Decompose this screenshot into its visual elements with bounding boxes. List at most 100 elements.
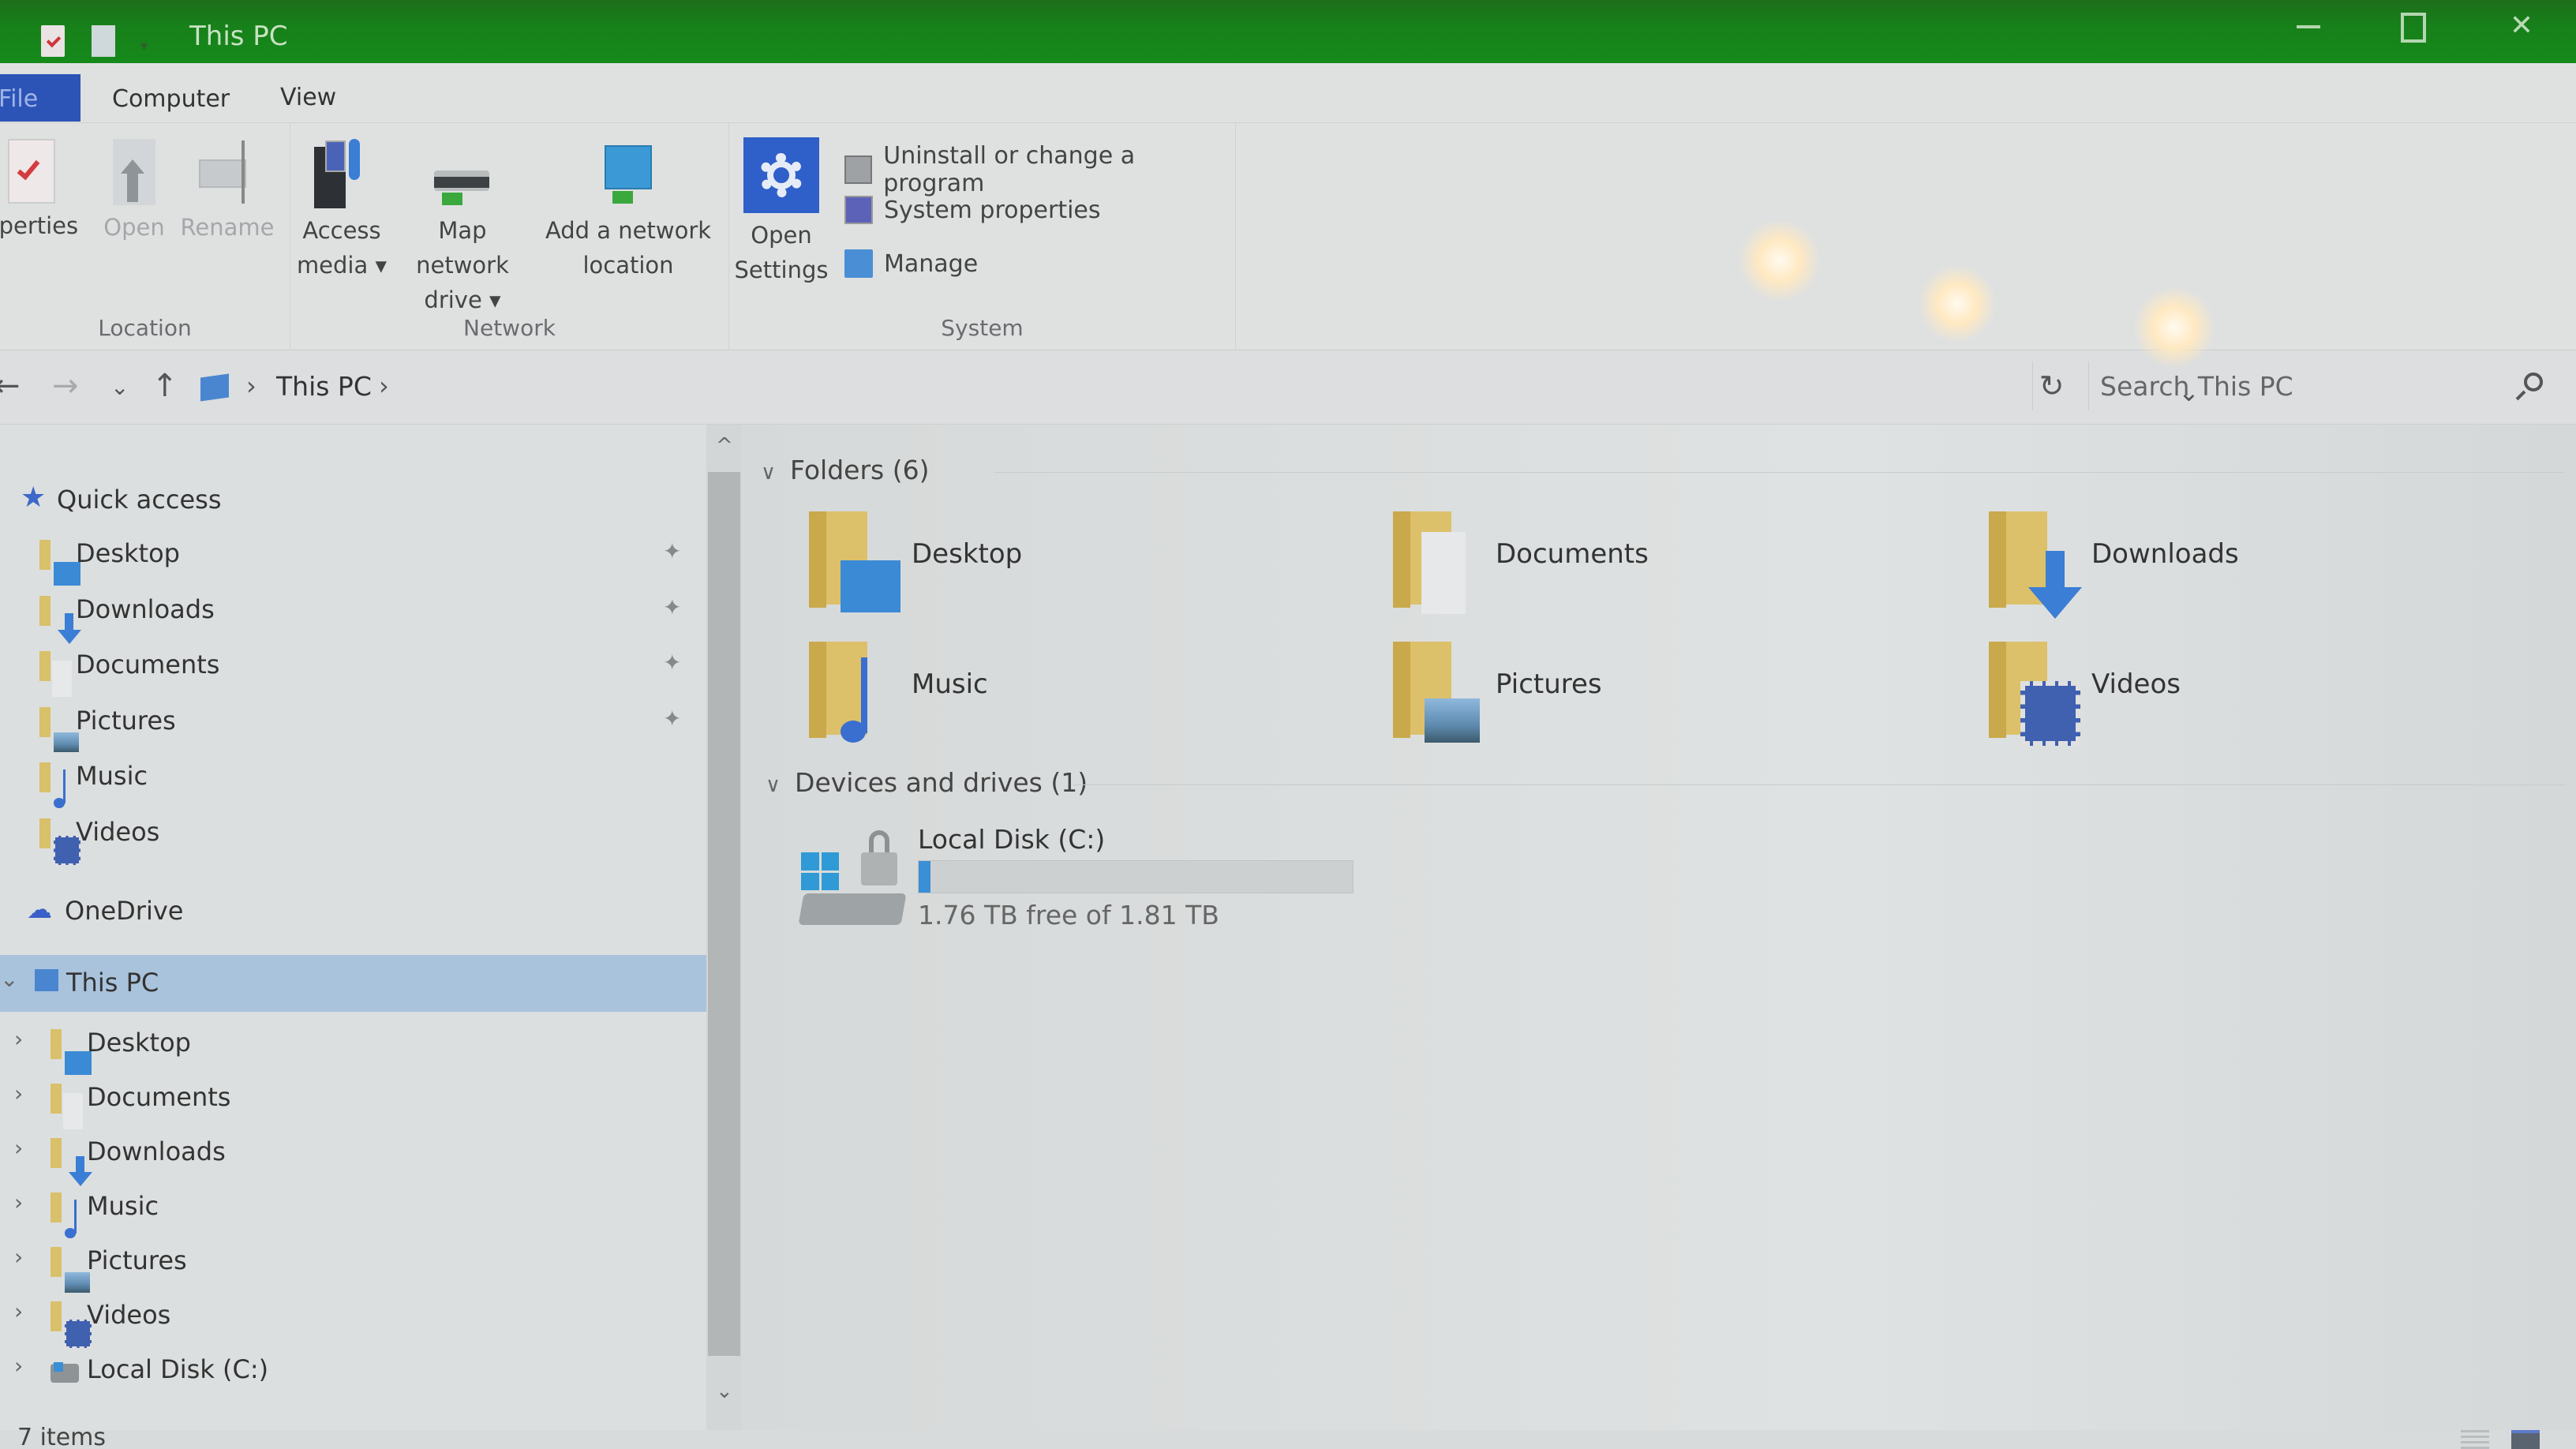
chevron-right-icon[interactable]: ›: [14, 1244, 23, 1270]
breadcrumb-this-pc[interactable]: This PC: [276, 371, 372, 402]
nav-this-pc-music[interactable]: › Music: [0, 1181, 706, 1238]
open-settings-button[interactable]: Open Settings: [734, 137, 829, 287]
breadcrumb-separator[interactable]: ›: [246, 371, 256, 401]
tab-computer[interactable]: Computer: [112, 85, 230, 113]
close-button[interactable]: ✕: [2494, 6, 2549, 46]
back-button[interactable]: ←: [0, 368, 21, 404]
refresh-button[interactable]: ↻: [2032, 361, 2070, 410]
nav-quick-access-documents[interactable]: Documents ✦: [0, 640, 706, 698]
chevron-right-icon[interactable]: ›: [14, 1298, 23, 1324]
nav-pane-scrollbar[interactable]: ^ ⌄: [706, 425, 742, 1430]
nav-item-label: Downloads: [76, 593, 215, 624]
folder-tile-documents[interactable]: Documents: [1393, 511, 1945, 630]
breadcrumb-separator-trailing[interactable]: ›: [379, 371, 389, 401]
pin-icon[interactable]: ✦: [663, 594, 681, 620]
nav-this-pc-videos[interactable]: › Videos: [0, 1290, 706, 1349]
details-view-icon[interactable]: [2461, 1430, 2489, 1449]
chevron-right-icon[interactable]: ›: [14, 1135, 23, 1161]
search-icon[interactable]: [2524, 373, 2543, 391]
address-bar-row: ← → ⌄ ↑ › This PC › ⌄ ↻: [0, 350, 2576, 425]
nav-this-pc-pictures[interactable]: › Pictures: [0, 1236, 706, 1293]
nav-item-label: Documents: [87, 1082, 231, 1112]
maximize-button[interactable]: [2383, 6, 2439, 46]
nav-item-label: Local Disk (C:): [87, 1354, 269, 1384]
nav-item-label: Desktop: [87, 1028, 191, 1058]
tab-view[interactable]: View: [280, 84, 336, 111]
tab-file[interactable]: File: [0, 74, 80, 122]
scroll-down-arrow-icon[interactable]: ⌄: [716, 1380, 733, 1403]
system-properties-icon: [844, 196, 873, 224]
nav-this-pc-documents[interactable]: › Documents: [0, 1073, 706, 1130]
folder-tile-pictures[interactable]: Pictures: [1393, 642, 1945, 760]
add-network-location-button[interactable]: Add a network location: [541, 139, 715, 283]
open-icon: [113, 139, 155, 205]
manage-button[interactable]: Manage: [844, 249, 978, 278]
pin-icon[interactable]: ✦: [663, 538, 681, 564]
pin-icon[interactable]: ✦: [663, 650, 681, 676]
map-network-drive-button[interactable]: Map network drive ▾: [391, 139, 534, 317]
devices-section-header[interactable]: ∨ Devices and drives (1): [766, 767, 1088, 798]
ribbon-group-network: Access media ▾ Map network drive ▾ Add a…: [290, 123, 729, 350]
chevron-right-icon[interactable]: ›: [14, 1353, 23, 1379]
properties-icon: [8, 139, 55, 204]
open-button[interactable]: Open: [95, 139, 174, 245]
documents-folder-icon: [1393, 511, 1488, 614]
documents-folder-icon: [51, 1084, 84, 1130]
nav-item-label: Pictures: [87, 1245, 187, 1275]
folders-section-header[interactable]: ∨ Folders (6): [761, 455, 929, 485]
system-properties-button[interactable]: System properties: [844, 196, 1101, 224]
nav-onedrive[interactable]: ☁ OneDrive: [0, 886, 706, 938]
folder-name: Pictures: [1496, 668, 1602, 700]
nav-quick-access-videos[interactable]: Videos: [0, 807, 706, 865]
nav-this-pc-local-disk-c[interactable]: › Local Disk (C:): [0, 1345, 706, 1397]
music-folder-icon: [809, 642, 904, 744]
folder-tile-music[interactable]: Music: [809, 642, 1361, 760]
nav-this-pc[interactable]: ⌄ This PC: [0, 955, 706, 1012]
minimize-button[interactable]: [2281, 6, 2336, 46]
folder-tile-desktop[interactable]: Desktop: [809, 511, 1361, 630]
chevron-down-icon[interactable]: ⌄: [0, 966, 18, 992]
drive-tile-local-disk-c[interactable]: Local Disk (C:) 1.76 TB free of 1.81 TB: [798, 821, 1369, 939]
pin-icon[interactable]: ✦: [663, 706, 681, 732]
folder-tile-downloads[interactable]: Downloads: [1989, 511, 2541, 630]
nav-this-pc-desktop[interactable]: › Desktop: [0, 1018, 706, 1075]
scroll-up-arrow-icon[interactable]: ^: [716, 434, 733, 458]
pictures-folder-icon: [1393, 642, 1488, 744]
folder-tile-videos[interactable]: Videos: [1989, 642, 2541, 760]
bitlocker-unlocked-icon: [861, 830, 897, 886]
quick-access-customize-dropdown[interactable]: ▾: [140, 38, 148, 54]
quick-access-properties-icon[interactable]: [41, 25, 65, 57]
nav-item-label: Downloads: [87, 1136, 226, 1166]
uninstall-program-button[interactable]: Uninstall or change a program: [844, 142, 1235, 197]
large-icons-view-icon[interactable]: [2511, 1430, 2540, 1449]
rename-icon: [196, 139, 259, 205]
forward-button[interactable]: →: [52, 368, 79, 404]
nav-this-pc-downloads[interactable]: › Downloads: [0, 1127, 706, 1187]
onedrive-cloud-icon: ☁: [27, 894, 52, 924]
nav-quick-access-music[interactable]: Music: [0, 751, 706, 808]
nav-quick-access-pictures[interactable]: Pictures ✦: [0, 696, 706, 753]
chevron-right-icon[interactable]: ›: [14, 1080, 23, 1106]
nav-quick-access[interactable]: ★ Quick access: [0, 475, 706, 527]
drive-free-space: 1.76 TB free of 1.81 TB: [918, 900, 1219, 930]
downloads-folder-icon: [1989, 511, 2084, 619]
nav-quick-access-downloads[interactable]: Downloads ✦: [0, 585, 706, 644]
quick-access-new-folder-icon[interactable]: [92, 25, 115, 57]
rename-button[interactable]: Rename: [180, 139, 275, 245]
chevron-right-icon[interactable]: ›: [14, 1026, 23, 1052]
nav-quick-access-desktop[interactable]: Desktop ✦: [0, 529, 706, 586]
properties-button[interactable]: operties: [0, 139, 79, 243]
nav-item-label: Videos: [87, 1300, 171, 1330]
recent-locations-button[interactable]: ⌄: [110, 374, 129, 400]
scrollbar-thumb[interactable]: [708, 472, 740, 1356]
uninstall-program-icon: [844, 155, 873, 184]
access-media-button[interactable]: Access media ▾: [290, 139, 393, 283]
nav-item-label: Music: [87, 1191, 159, 1221]
chevron-right-icon[interactable]: ›: [14, 1189, 23, 1215]
nav-item-label: Videos: [76, 816, 160, 847]
windows-logo-icon: [801, 852, 839, 890]
search-input[interactable]: [2100, 368, 2510, 404]
group-label-system: System: [941, 315, 1024, 341]
up-button[interactable]: ↑: [152, 368, 178, 404]
address-input[interactable]: › This PC › ⌄: [189, 361, 2200, 410]
